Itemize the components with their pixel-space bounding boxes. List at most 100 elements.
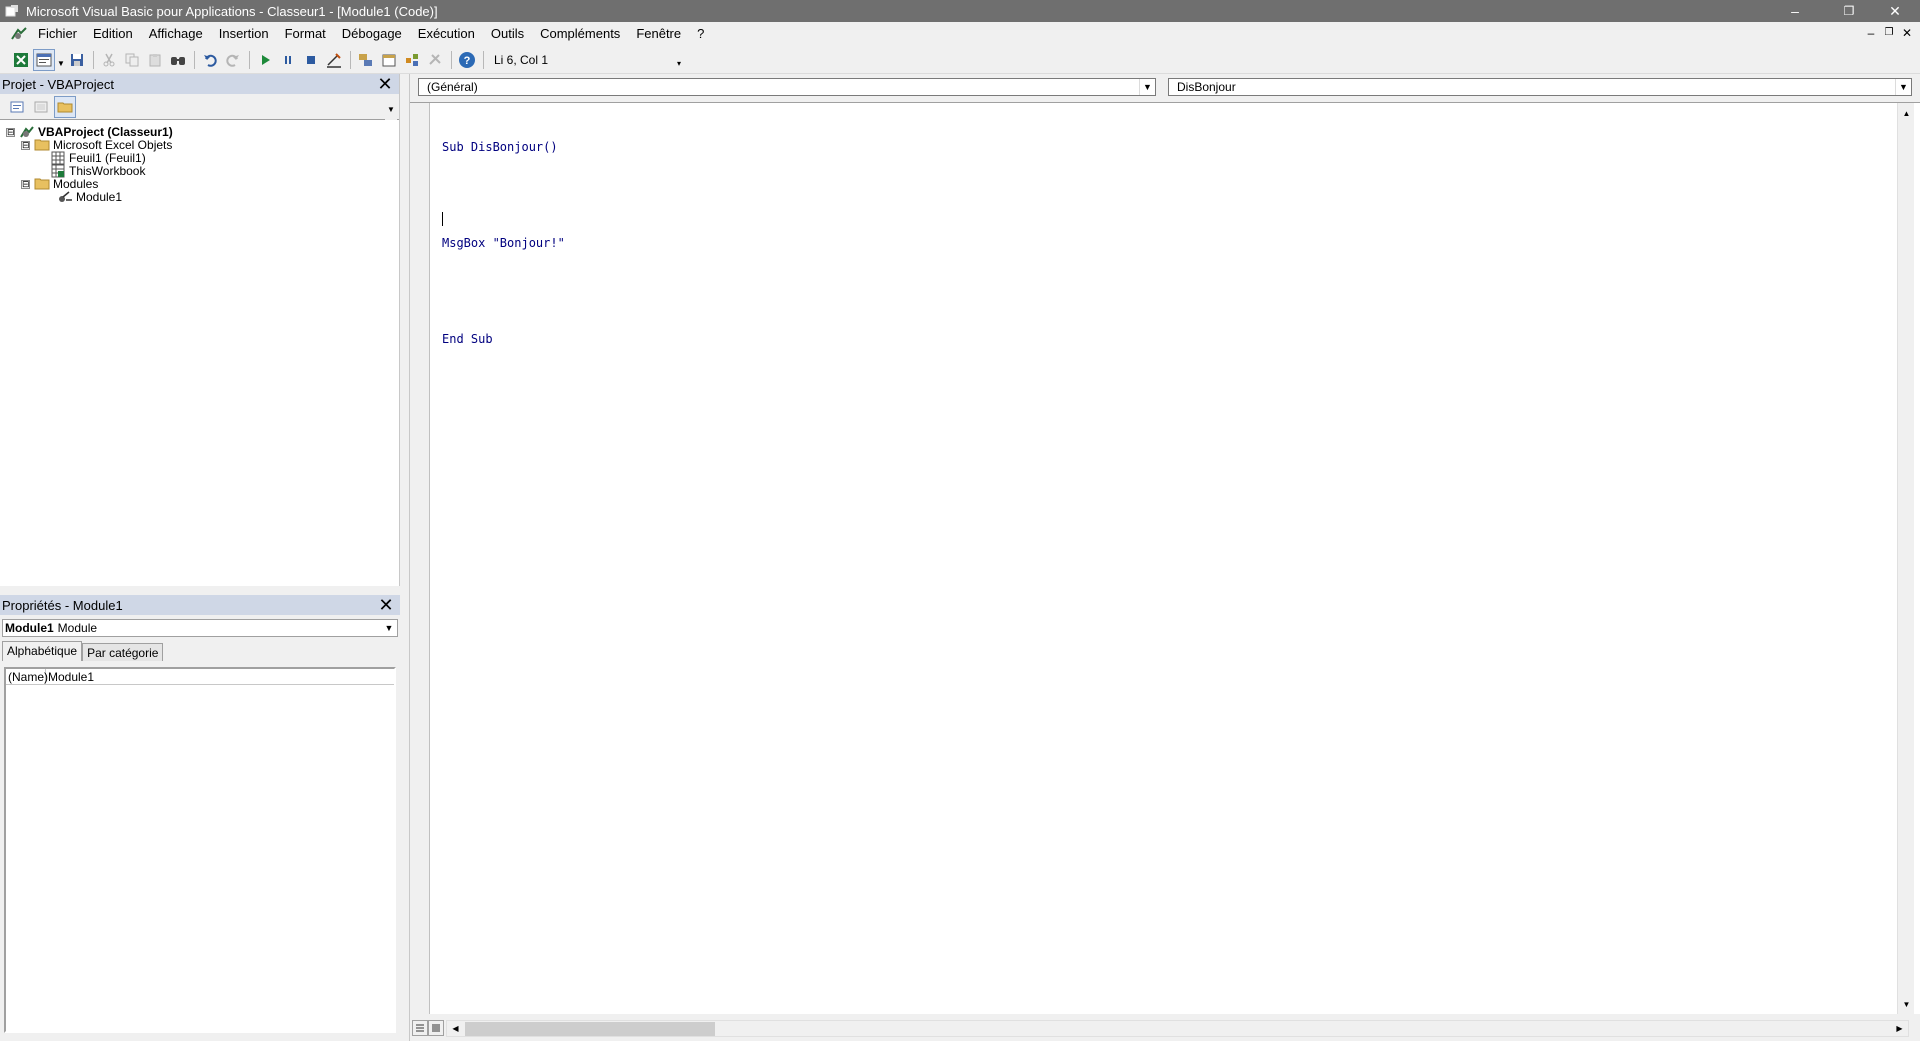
project-explorer-toolbar — [0, 94, 399, 120]
chevron-down-icon[interactable]: ▼ — [1895, 79, 1911, 95]
toggle-folders-icon[interactable] — [54, 95, 76, 118]
menu-help[interactable]: ? — [689, 24, 712, 44]
toolbox-icon[interactable] — [424, 49, 446, 71]
properties-tabs: Alphabétique Par catégorie — [2, 641, 398, 661]
code-text[interactable]: Sub DisBonjour() MsgBox "Bonjour!" End S… — [442, 107, 565, 427]
properties-title-bar: Propriétés - Module1 ✕ — [0, 595, 400, 615]
collapse-icon[interactable]: ⊟ — [6, 127, 15, 137]
property-value[interactable]: Module1 — [46, 669, 94, 684]
panel-splitter[interactable] — [400, 74, 410, 1041]
chevron-down-icon[interactable]: ▼ — [381, 620, 397, 636]
window-title: Microsoft Visual Basic pour Applications… — [26, 3, 438, 19]
folder-icon — [34, 177, 50, 191]
procedure-combo[interactable]: DisBonjour ▼ — [1168, 78, 1912, 96]
folder-icon — [34, 138, 50, 152]
minimize-button[interactable]: – — [1772, 0, 1818, 22]
menu-debogage[interactable]: Débogage — [334, 24, 410, 44]
code-line[interactable] — [442, 283, 565, 299]
pause-icon[interactable] — [277, 49, 299, 71]
find-icon[interactable] — [167, 49, 189, 71]
scroll-right-icon[interactable]: ▶ — [1891, 1021, 1908, 1036]
scroll-down-icon[interactable]: ▼ — [1898, 996, 1915, 1013]
properties-panel: Propriétés - Module1 ✕ Module1 Module ▼ … — [0, 595, 400, 1041]
project-explorer-close-button[interactable]: ✕ — [375, 74, 395, 94]
menu-edition[interactable]: Edition — [85, 24, 141, 44]
design-mode-icon[interactable] — [323, 49, 345, 71]
view-code-icon[interactable] — [6, 96, 28, 118]
toolbar-separator — [93, 50, 94, 69]
view-excel-icon[interactable] — [10, 49, 32, 71]
menu-insertion[interactable]: Insertion — [211, 24, 277, 44]
toolbar-separator — [194, 50, 195, 69]
vba-app-icon — [4, 3, 20, 19]
menu-affichage[interactable]: Affichage — [141, 24, 211, 44]
object-browser-icon[interactable] — [401, 49, 423, 71]
code-line[interactable]: MsgBox "Bonjour!" — [442, 235, 565, 251]
toolbar-separator — [249, 50, 250, 69]
properties-title: Propriétés - Module1 — [2, 597, 123, 613]
close-button[interactable]: ✕ — [1872, 0, 1918, 22]
project-explorer-panel: Projet - VBAProject ✕ ⊟ VBAProject (Clas… — [0, 74, 400, 586]
procedure-view-icon[interactable] — [412, 1020, 428, 1036]
toolbar-options-icon[interactable]: ▾ — [674, 49, 684, 71]
margin-indicator-bar[interactable] — [410, 103, 430, 1014]
cursor-position-label: Li 6, Col 1 — [494, 52, 549, 67]
code-line[interactable]: End Sub — [442, 331, 565, 347]
cut-icon[interactable] — [98, 49, 120, 71]
tab-par-categorie[interactable]: Par catégorie — [82, 643, 164, 661]
run-icon[interactable] — [254, 49, 276, 71]
menu-format[interactable]: Format — [277, 24, 334, 44]
tree-item-module1[interactable]: Module1 — [57, 189, 122, 205]
code-editor[interactable]: Sub DisBonjour() MsgBox "Bonjour!" End S… — [410, 102, 1920, 1015]
copy-icon[interactable] — [121, 49, 143, 71]
help-icon[interactable]: ? — [456, 49, 478, 71]
collapse-icon[interactable]: ⊟ — [21, 179, 30, 189]
project-explorer-title: Projet - VBAProject — [2, 76, 114, 92]
full-module-view-icon[interactable] — [428, 1020, 444, 1036]
scroll-up-icon[interactable]: ▲ — [1898, 105, 1915, 122]
vertical-scrollbar[interactable]: ▲ ▼ — [1897, 103, 1914, 1015]
chevron-down-icon[interactable]: ▼ — [1139, 79, 1155, 95]
properties-close-button[interactable]: ✕ — [376, 595, 396, 615]
menu-fichier[interactable]: Fichier — [30, 24, 85, 44]
object-combo[interactable]: (Général) ▼ — [418, 78, 1156, 96]
scroll-left-icon[interactable]: ◀ — [447, 1021, 464, 1036]
project-explorer-icon[interactable] — [355, 49, 377, 71]
mdi-close-button[interactable]: ✕ — [1898, 24, 1916, 42]
mdi-minimize-button[interactable]: – — [1862, 24, 1880, 42]
mdi-restore-button[interactable]: ❐ — [1880, 24, 1898, 42]
property-row[interactable]: (Name) Module1 — [6, 669, 394, 685]
insert-module-icon[interactable] — [33, 48, 55, 71]
tab-alphabetique[interactable]: Alphabétique — [2, 641, 83, 661]
standard-toolbar: ▼ ? Li 6, Col 1 ▾ — [0, 46, 1920, 74]
code-line[interactable] — [442, 187, 565, 203]
scroll-thumb[interactable] — [465, 1022, 715, 1036]
paste-icon[interactable] — [144, 49, 166, 71]
object-name: Module1 — [5, 621, 54, 635]
view-object-icon[interactable] — [30, 96, 52, 118]
property-name: (Name) — [8, 669, 49, 684]
collapse-icon[interactable]: ⊟ — [21, 140, 30, 150]
menu-execution[interactable]: Exécution — [410, 24, 483, 44]
restore-button[interactable]: ❐ — [1826, 0, 1872, 22]
horizontal-scrollbar[interactable]: ◀ ▶ — [446, 1020, 1909, 1037]
object-selector[interactable]: Module1 Module ▼ — [2, 619, 398, 637]
title-bar: Microsoft Visual Basic pour Applications… — [0, 0, 1920, 22]
code-bottom-bar: ◀ ▶ — [410, 1014, 1920, 1041]
insert-dropdown-icon[interactable]: ▼ — [56, 49, 66, 71]
code-line[interactable]: Sub DisBonjour() — [442, 139, 565, 155]
save-icon[interactable] — [66, 49, 88, 71]
menu-complements[interactable]: Compléments — [532, 24, 628, 44]
menu-outils[interactable]: Outils — [483, 24, 532, 44]
undo-icon[interactable] — [199, 49, 221, 71]
code-line[interactable] — [442, 379, 565, 395]
property-grid: (Name) Module1 — [4, 667, 396, 1033]
properties-window-icon[interactable] — [378, 49, 400, 71]
svg-text:?: ? — [464, 55, 471, 67]
stop-icon[interactable] — [300, 49, 322, 71]
toolbar-separator — [451, 50, 452, 69]
redo-icon[interactable] — [222, 49, 244, 71]
menu-fenetre[interactable]: Fenêtre — [628, 24, 689, 44]
tree-scroll-icon[interactable]: ▼ — [385, 100, 397, 120]
vba-menu-icon[interactable] — [8, 24, 30, 44]
